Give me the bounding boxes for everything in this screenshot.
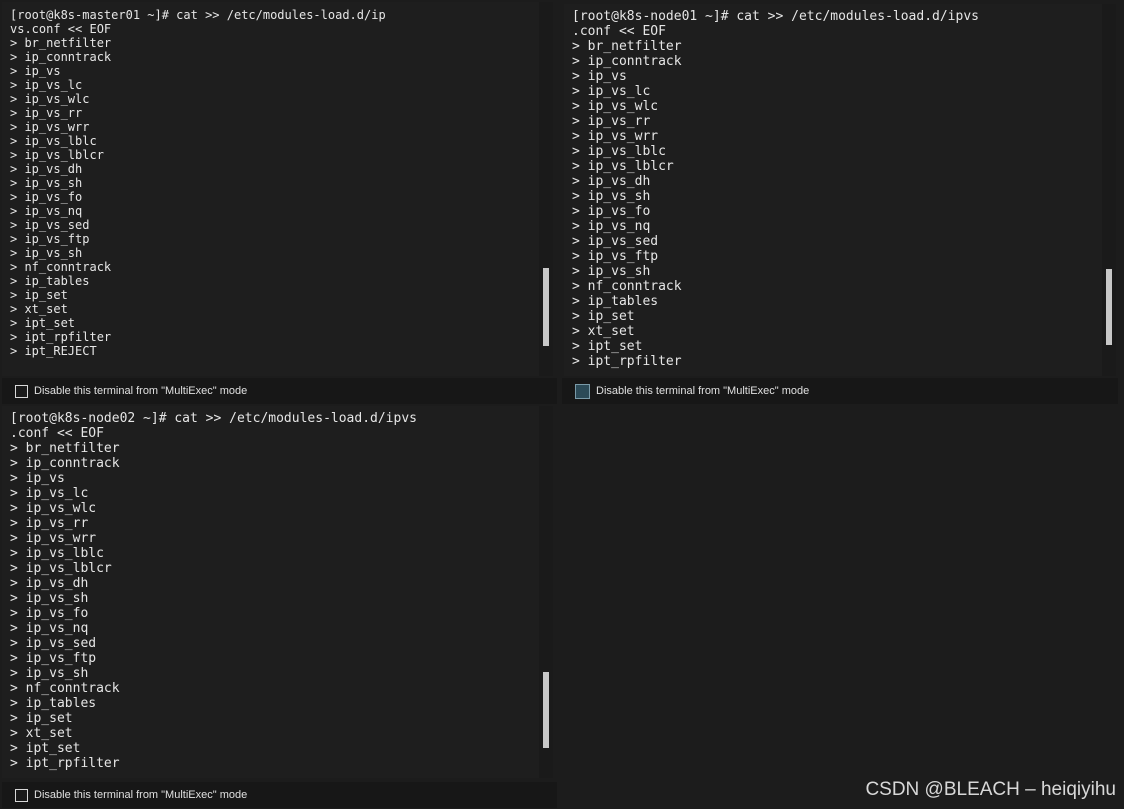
terminal-line: > ip_vs_ftp [10, 232, 90, 246]
terminal-line: > xt_set [10, 726, 73, 741]
terminal-line: > ip_vs_nq [10, 621, 89, 636]
multiexec-label-master01: Disable this terminal from "MultiExec" m… [34, 385, 248, 397]
terminal-line: > ip_vs_lblcr [10, 561, 112, 576]
terminal-line: > ip_vs [10, 64, 61, 78]
terminal-output-master01[interactable]: [root@k8s-master01 ~]# cat >> /etc/modul… [2, 2, 539, 376]
terminal-line: > ip_vs_ftp [572, 249, 659, 264]
terminal-line: > ip_vs_fo [572, 204, 651, 219]
multiexec-checkbox-node01[interactable] [575, 383, 590, 399]
terminal-line: > ip_vs_sh [572, 189, 651, 204]
terminal-line: > ip_vs_wlc [572, 99, 659, 114]
terminal-line: > ip_vs_rr [10, 516, 89, 531]
terminal-line: > ip_vs_lblc [572, 144, 666, 159]
terminal-line: > ip_conntrack [10, 456, 120, 471]
terminal-output-node01[interactable]: [root@k8s-node01 ~]# cat >> /etc/modules… [564, 4, 1102, 376]
terminal-line: > ip_tables [10, 696, 97, 711]
terminal-line: > ip_vs_dh [10, 576, 89, 591]
terminal-line: > ip_vs_lblcr [572, 159, 674, 174]
terminal-line: > ip_vs [572, 69, 627, 84]
terminal-line: > ip_vs_sh [10, 246, 83, 260]
terminal-line: > ip_tables [572, 294, 659, 309]
terminal-line: > ip_vs_dh [572, 174, 651, 189]
terminal-line: > ip_vs_sed [10, 218, 90, 232]
terminal-line: > br_netfilter [572, 39, 682, 54]
terminal-line: > ip_vs_fo [10, 606, 89, 621]
multiexec-footer-node02: Disable this terminal from "MultiExec" m… [2, 782, 557, 808]
terminal-pane-master01[interactable]: [root@k8s-master01 ~]# cat >> /etc/modul… [2, 2, 553, 376]
terminal-line: > ip_vs_nq [10, 204, 83, 218]
terminal-line: > ip_vs_wrr [572, 129, 659, 144]
terminal-line: > ip_vs_wlc [10, 92, 90, 106]
terminal-line: > ip_conntrack [10, 50, 112, 64]
terminal-line: > ip_vs_ftp [10, 651, 97, 666]
terminal-line: > br_netfilter [10, 441, 120, 456]
terminal-line: > ip_conntrack [572, 54, 682, 69]
multiexec-label-node01: Disable this terminal from "MultiExec" m… [596, 385, 810, 397]
terminal-output-node02[interactable]: [root@k8s-node02 ~]# cat >> /etc/modules… [2, 406, 539, 778]
terminal-line: > ip_vs_sh [572, 264, 651, 279]
terminal-line: > ipt_REJECT [10, 344, 97, 358]
terminal-line: > ip_vs_wlc [10, 501, 97, 516]
terminal-line: [root@k8s-node02 ~]# cat >> /etc/modules… [10, 411, 417, 426]
terminal-line: > ipt_rpfilter [10, 756, 120, 771]
multiexec-footer-node01: Disable this terminal from "MultiExec" m… [562, 378, 1118, 404]
terminal-line: > nf_conntrack [572, 279, 682, 294]
terminal-line: > ip_set [572, 309, 635, 324]
terminal-line: > br_netfilter [10, 36, 112, 50]
terminal-line: > ipt_rpfilter [10, 330, 112, 344]
scrollbar-node01[interactable] [1102, 4, 1116, 376]
terminal-line: [root@k8s-node01 ~]# cat >> /etc/modules… [572, 9, 979, 24]
multiexec-checkbox-master01[interactable] [15, 384, 28, 398]
empty-terminal-slot [560, 406, 1122, 807]
terminal-line: > ipt_set [572, 339, 643, 354]
terminal-line: > ip_vs_lc [572, 84, 651, 99]
terminal-line: > ipt_rpfilter [572, 354, 682, 369]
scrollbar-master01[interactable] [539, 2, 553, 376]
terminal-line: > ip_vs_wrr [10, 531, 97, 546]
terminal-line: > nf_conntrack [10, 681, 120, 696]
terminal-line: > xt_set [572, 324, 635, 339]
watermark: CSDN @BLEACH – heiqiyihu [865, 779, 1116, 800]
multiexec-label-node02: Disable this terminal from "MultiExec" m… [34, 789, 248, 801]
terminal-line: > ip_vs_sh [10, 591, 89, 606]
terminal-line: > ip_vs_dh [10, 162, 83, 176]
terminal-line: > ip_vs_wrr [10, 120, 90, 134]
terminal-line: > ip_vs_lblcr [10, 148, 104, 162]
terminal-line: > ip_vs_sed [10, 636, 97, 651]
terminal-line: > ipt_set [10, 316, 76, 330]
scrollbar-thumb-node01[interactable] [1106, 269, 1112, 345]
terminal-line: > ip_vs_sh [10, 176, 83, 190]
terminal-pane-node01[interactable]: [root@k8s-node01 ~]# cat >> /etc/modules… [564, 4, 1116, 376]
terminal-pane-node02[interactable]: [root@k8s-node02 ~]# cat >> /etc/modules… [2, 406, 553, 778]
terminal-line: > ip_vs_rr [10, 106, 83, 120]
terminal-line: > ip_vs_lc [10, 78, 83, 92]
terminal-line: > ip_vs_nq [572, 219, 651, 234]
scrollbar-node02[interactable] [539, 406, 553, 778]
terminal-line: > ip_tables [10, 274, 90, 288]
terminal-line: > ip_vs_rr [572, 114, 651, 129]
terminal-line: > ip_vs_lc [10, 486, 89, 501]
terminal-line: [root@k8s-master01 ~]# cat >> /etc/modul… [10, 8, 386, 22]
multiexec-checkbox-node02[interactable] [15, 788, 28, 802]
terminal-line: > ip_vs_lblc [10, 546, 104, 561]
terminal-line: > ip_vs [10, 471, 65, 486]
terminal-line: > nf_conntrack [10, 260, 112, 274]
terminal-line: > ip_set [10, 288, 68, 302]
terminal-line: > ip_set [10, 711, 73, 726]
terminal-line: > ip_vs_lblc [10, 134, 97, 148]
multiexec-window: [root@k8s-master01 ~]# cat >> /etc/modul… [0, 0, 1124, 809]
terminal-line: .conf << EOF [10, 426, 104, 441]
terminal-line: > ip_vs_sh [10, 666, 89, 681]
scrollbar-thumb-node02[interactable] [543, 672, 549, 748]
terminal-line: > ipt_set [10, 741, 81, 756]
scrollbar-thumb-master01[interactable] [543, 268, 549, 346]
terminal-line: > ip_vs_sed [572, 234, 659, 249]
terminal-line: > ip_vs_fo [10, 190, 83, 204]
terminal-line: vs.conf << EOF [10, 22, 112, 36]
multiexec-footer-master01: Disable this terminal from "MultiExec" m… [2, 378, 557, 404]
terminal-line: > xt_set [10, 302, 68, 316]
terminal-line: .conf << EOF [572, 24, 666, 39]
